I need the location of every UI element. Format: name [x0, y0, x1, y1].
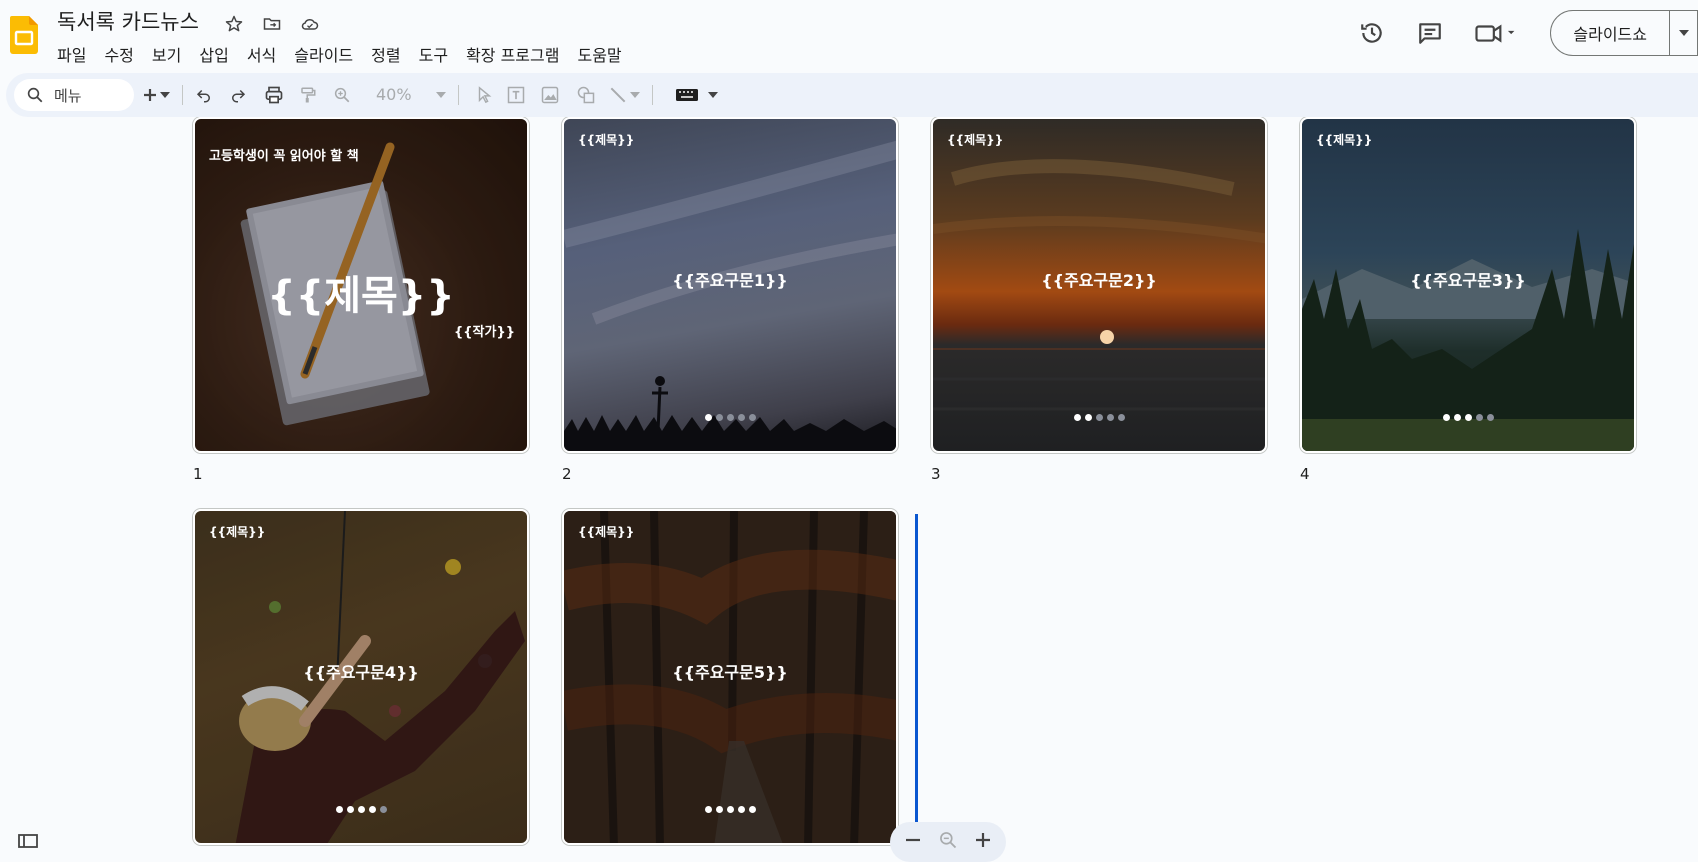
redo-icon[interactable] — [226, 83, 250, 107]
zoom-dropdown-icon — [434, 83, 448, 107]
slideshow-dropdown[interactable] — [1670, 10, 1698, 56]
slide-author: {{작가}} — [454, 325, 515, 340]
zoom-level[interactable]: 40% — [376, 85, 412, 104]
slide-title: {{제목}} — [578, 525, 635, 539]
menu-arrange[interactable]: 정렬 — [371, 40, 408, 68]
chevron-down-icon — [1678, 30, 1689, 36]
menu-insert[interactable]: 삽입 — [199, 40, 236, 68]
slide-thumbnail-2[interactable]: {{제목}} {{주요구문1}} — [562, 117, 898, 453]
zoom-icon — [330, 83, 354, 107]
zoom-in-icon[interactable] — [974, 831, 992, 853]
slide-main-text: {{주요구문4}} — [303, 663, 419, 682]
slide-title: {{제목}} — [947, 133, 1004, 147]
menu-view[interactable]: 보기 — [152, 40, 189, 68]
paint-format-icon — [296, 83, 320, 107]
slide-thumbnail-6[interactable]: {{제목}} {{주요구문5}} — [562, 509, 898, 845]
slide-subtitle: 고등학생이 꼭 읽어야 할 책 — [209, 149, 359, 164]
keyboard-dropdown-icon[interactable] — [706, 83, 720, 107]
filmstrip-toggle-icon[interactable] — [18, 834, 38, 848]
slide-thumbnail-4[interactable]: {{제목}} {{주요구문3}} — [1300, 117, 1636, 453]
image-icon — [538, 83, 562, 107]
slide-thumbnail-1[interactable]: 고등학생이 꼭 읽어야 할 책 {{제목}} {{작가}} — [193, 117, 529, 453]
slide-title: {{제목}} — [209, 525, 266, 539]
slide-main-text: {{주요구문2}} — [1041, 271, 1157, 290]
slideshow-button[interactable]: 슬라이드쇼 — [1550, 10, 1670, 56]
zoom-icon[interactable] — [938, 830, 958, 854]
zoom-out-icon[interactable] — [904, 831, 922, 853]
slides-logo-icon[interactable] — [10, 16, 38, 54]
menu-extensions[interactable]: 확장 프로그램 — [466, 40, 567, 68]
slide-main-text: {{제목}} — [267, 273, 455, 319]
menu-bar: 파일 수정 보기 삽입 서식 슬라이드 정렬 도구 확장 프로그램 도움말 — [57, 40, 640, 68]
menu-tools[interactable]: 도구 — [419, 40, 456, 68]
menu-slide[interactable]: 슬라이드 — [294, 40, 361, 68]
undo-icon[interactable] — [192, 83, 216, 107]
star-icon[interactable] — [222, 12, 246, 36]
history-icon[interactable] — [1352, 13, 1392, 53]
line-dropdown-icon — [628, 83, 642, 107]
menu-help[interactable]: 도움말 — [577, 40, 629, 68]
menu-format[interactable]: 서식 — [247, 40, 284, 68]
new-slide-dropdown-icon[interactable] — [158, 83, 172, 107]
print-icon[interactable] — [262, 83, 286, 107]
toolbar: 메뉴 40% — [6, 73, 1698, 117]
menu-search-label: 메뉴 — [54, 86, 82, 105]
page-indicator — [195, 806, 527, 813]
insertion-cursor — [915, 514, 918, 822]
line-icon — [606, 83, 630, 107]
slide-title: {{제목}} — [1316, 133, 1373, 147]
grid-zoom-control — [890, 822, 1006, 862]
slide-number: 3 — [931, 465, 941, 483]
shape-icon — [574, 83, 598, 107]
page-indicator — [933, 414, 1265, 421]
menu-file[interactable]: 파일 — [57, 40, 94, 68]
slide-thumbnail-3[interactable]: {{제목}} {{주요구문2}} — [931, 117, 1267, 453]
slide-thumbnail-5[interactable]: {{제목}} {{주요구문4}} — [193, 509, 529, 845]
slide-title: {{제목}} — [578, 133, 635, 147]
cloud-saved-icon[interactable] — [298, 12, 322, 36]
folder-move-icon[interactable] — [260, 12, 284, 36]
comment-icon[interactable] — [1410, 13, 1450, 53]
top-bar: 독서록 카드뉴스 파일 수정 보기 삽입 서식 슬라이드 정렬 도구 확장 프로… — [0, 0, 1698, 72]
page-indicator — [564, 414, 896, 421]
page-indicator — [1302, 414, 1634, 421]
slide-number: 1 — [193, 465, 203, 483]
page-indicator — [564, 806, 896, 813]
search-icon — [27, 87, 43, 103]
slide-grid: 고등학생이 꼭 읽어야 할 책 {{제목}} {{작가}} 1 {{제목}} {… — [0, 117, 1698, 852]
menu-search[interactable]: 메뉴 — [14, 79, 134, 111]
slide-main-text: {{주요구문5}} — [672, 663, 788, 682]
menu-edit[interactable]: 수정 — [104, 40, 141, 68]
slide-main-text: {{주요구문1}} — [672, 271, 788, 290]
keyboard-icon[interactable] — [672, 83, 702, 107]
text-box-icon — [504, 83, 528, 107]
video-call-icon[interactable] — [1468, 13, 1524, 53]
slide-number: 4 — [1300, 465, 1310, 483]
slide-main-text: {{주요구문3}} — [1410, 271, 1526, 290]
document-title[interactable]: 독서록 카드뉴스 — [57, 6, 199, 36]
slide-number: 2 — [562, 465, 572, 483]
select-icon — [472, 83, 496, 107]
